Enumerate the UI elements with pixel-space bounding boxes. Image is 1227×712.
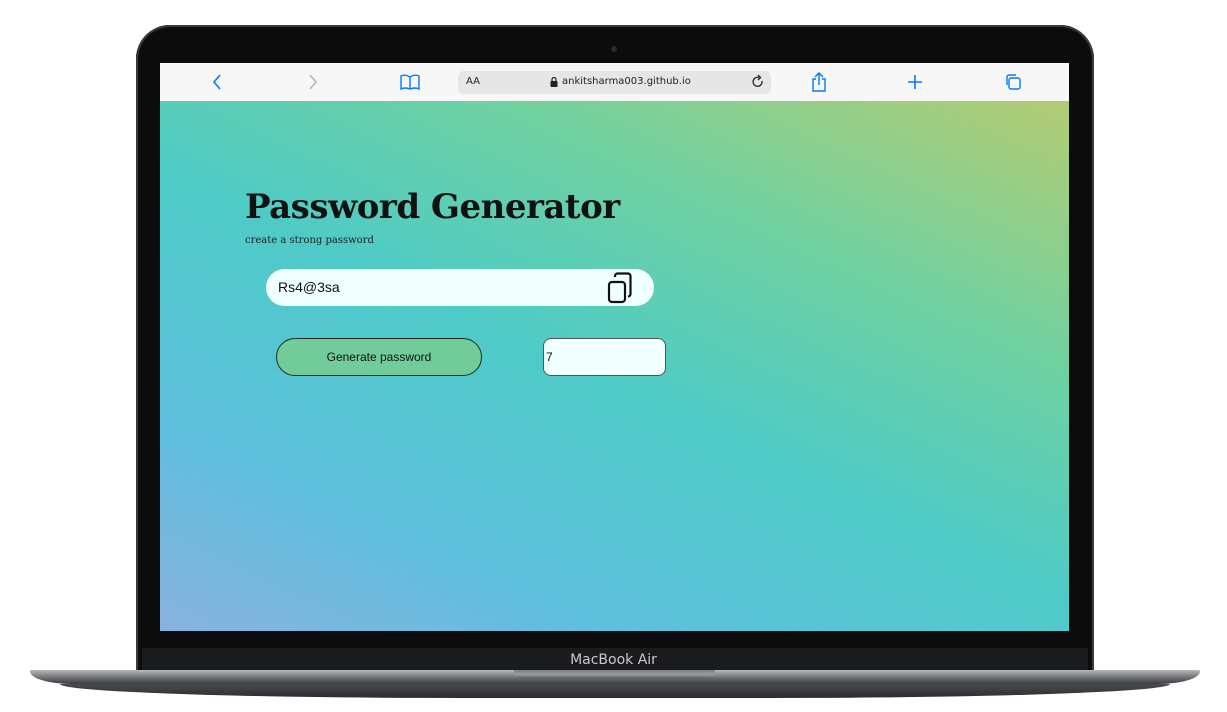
password-display: Rs4@3sa: [266, 269, 654, 306]
laptop-screen: AA ankitsharma003.github.io Password Gen…: [160, 63, 1069, 631]
laptop-base-bottom: [60, 684, 1170, 698]
forward-icon[interactable]: [302, 71, 324, 93]
copy-icon[interactable]: [606, 272, 636, 304]
address-bar[interactable]: AA ankitsharma003.github.io: [458, 71, 771, 94]
share-icon[interactable]: [808, 71, 830, 93]
lock-icon: [550, 76, 558, 87]
generate-password-button[interactable]: Generate password: [276, 338, 482, 376]
password-length-input[interactable]: [543, 338, 666, 376]
page-title: Password Generator: [245, 187, 620, 227]
browser-toolbar: AA ankitsharma003.github.io: [160, 63, 1069, 101]
camera-icon: [611, 46, 617, 52]
page-subtitle: create a strong password: [245, 235, 374, 246]
laptop-brand-label: MacBook Air: [570, 652, 657, 668]
password-text: Rs4@3sa: [278, 279, 340, 295]
reader-button[interactable]: AA: [466, 76, 480, 87]
new-tab-icon[interactable]: [904, 71, 926, 93]
tabs-icon[interactable]: [1002, 71, 1024, 93]
laptop-hinge-notch: [514, 670, 715, 679]
web-page: Password Generator create a strong passw…: [160, 101, 1069, 631]
back-icon[interactable]: [206, 71, 228, 93]
bookmarks-icon[interactable]: [399, 71, 421, 93]
url-text: ankitsharma003.github.io: [562, 76, 691, 87]
reload-icon[interactable]: [750, 74, 766, 90]
